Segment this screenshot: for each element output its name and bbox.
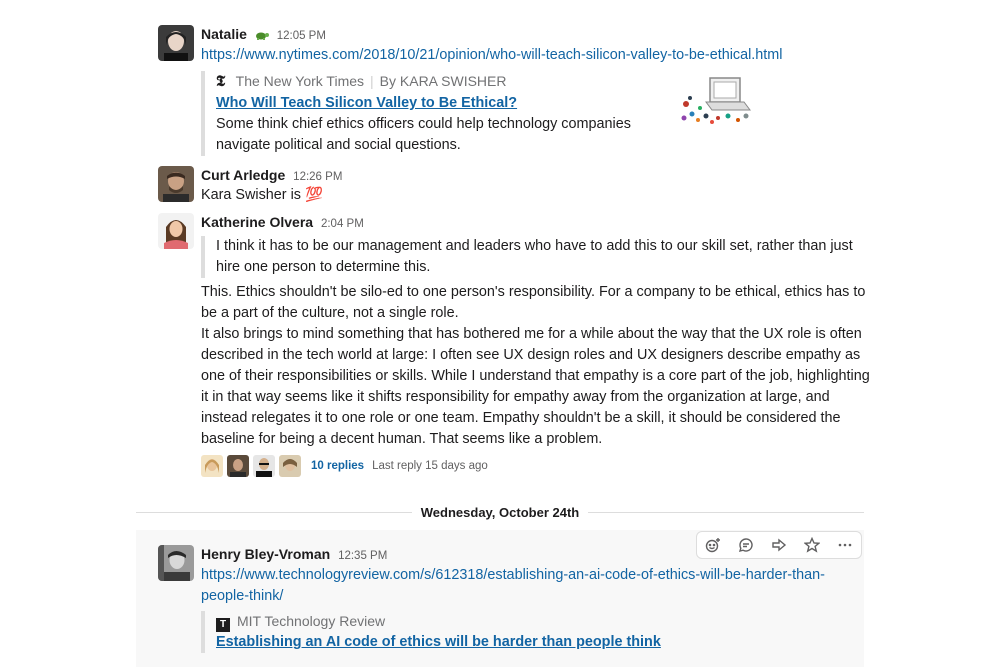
author-name[interactable]: Curt Arledge [201,167,285,183]
link-unfurl: 𝕿 The New York Times | By KARA SWISHER Who… [201,71,631,156]
message-timestamp[interactable]: 12:26 PM [293,171,342,183]
body-line: baseline for being a decent human. That … [201,431,603,447]
body-line: one of their responsibilities or skills.… [201,368,870,384]
author-name[interactable]: Katherine Olvera [201,214,313,230]
thread-replies-bar[interactable]: 10 replies Last reply 15 days ago [201,454,488,478]
quote-line: hire one person to determine this. [216,259,431,275]
body-line: instead relegates it to one role or one … [201,410,841,426]
avatar-natalie[interactable] [158,25,194,61]
star-icon[interactable] [795,532,828,558]
last-reply-time: Last reply 15 days ago [372,460,488,472]
unfurl-byline: By KARA SWISHER [379,73,507,89]
hundred-points-emoji-icon: 💯 [304,187,323,203]
author-name[interactable]: Natalie [201,26,247,42]
mit-technology-review-logo-icon: T [216,618,230,632]
message-timestamp[interactable]: 2:04 PM [321,218,364,230]
message-actions-toolbar [696,531,862,559]
unfurl-description-line: Some think chief ethics officers could h… [216,116,631,132]
share-icon[interactable] [763,532,796,558]
blockquote: I think it has to be our management and … [201,236,853,278]
quote-line: I think it has to be our management and … [216,238,853,254]
link-unfurl: T MIT Technology Review Establishing an A… [201,611,661,653]
reply-thread-icon[interactable] [730,532,763,558]
message-timestamp[interactable]: 12:05 PM [277,30,326,42]
date-divider[interactable]: Wednesday, October 24th [412,503,588,522]
unfurl-title[interactable]: Who Will Teach Silicon Valley to Be Ethi… [216,95,517,111]
body-line: it in that way seems like it shifts resp… [201,389,830,405]
reply-avatar [201,455,223,477]
message-timestamp[interactable]: 12:35 PM [338,550,387,562]
message-link[interactable]: https://www.technologyreview.com/s/61231… [201,567,825,583]
body-line: It also brings to mind something that ha… [201,326,862,342]
reply-count-link[interactable]: 10 replies [311,460,364,472]
unfurl-description-line: navigate political and social questions. [216,137,461,153]
body-line: be a part of the culture, not a single r… [201,305,459,321]
message-link[interactable]: https://www.nytimes.com/2018/10/21/opini… [201,47,782,63]
reply-avatar [253,455,275,477]
reply-avatar [227,455,249,477]
message-link-continued[interactable]: people-think/ [201,588,283,604]
avatar-katherine[interactable] [158,213,194,249]
unfurl-source: T MIT Technology Review [216,611,661,632]
unfurl-source-name: MIT Technology Review [237,613,386,629]
avatar-curt[interactable] [158,166,194,202]
unfurl-source-name: The New York Times [235,73,365,89]
more-icon[interactable] [828,532,861,558]
add-reaction-icon[interactable] [697,532,730,558]
message-pane: Natalie 12:05 PM https://www.nytimes.com… [136,0,870,667]
message-body: This. Ethics shouldn't be silo-ed to one… [201,282,870,450]
author-name[interactable]: Henry Bley-Vroman [201,546,330,562]
unfurl-thumbnail[interactable] [676,74,756,128]
body-line: described in the tech world at large: I … [201,347,861,363]
message-text: Kara Swisher is [201,187,301,203]
reply-avatar [279,455,301,477]
unfurl-source: 𝕿 The New York Times | By KARA SWISHER [216,71,631,93]
body-line: This. Ethics shouldn't be silo-ed to one… [201,284,866,300]
avatar-henry[interactable] [158,545,194,581]
nyt-logo-icon: 𝕿 [216,74,226,90]
turtle-icon [255,32,269,40]
unfurl-title[interactable]: Establishing an AI code of ethics will b… [216,634,661,650]
